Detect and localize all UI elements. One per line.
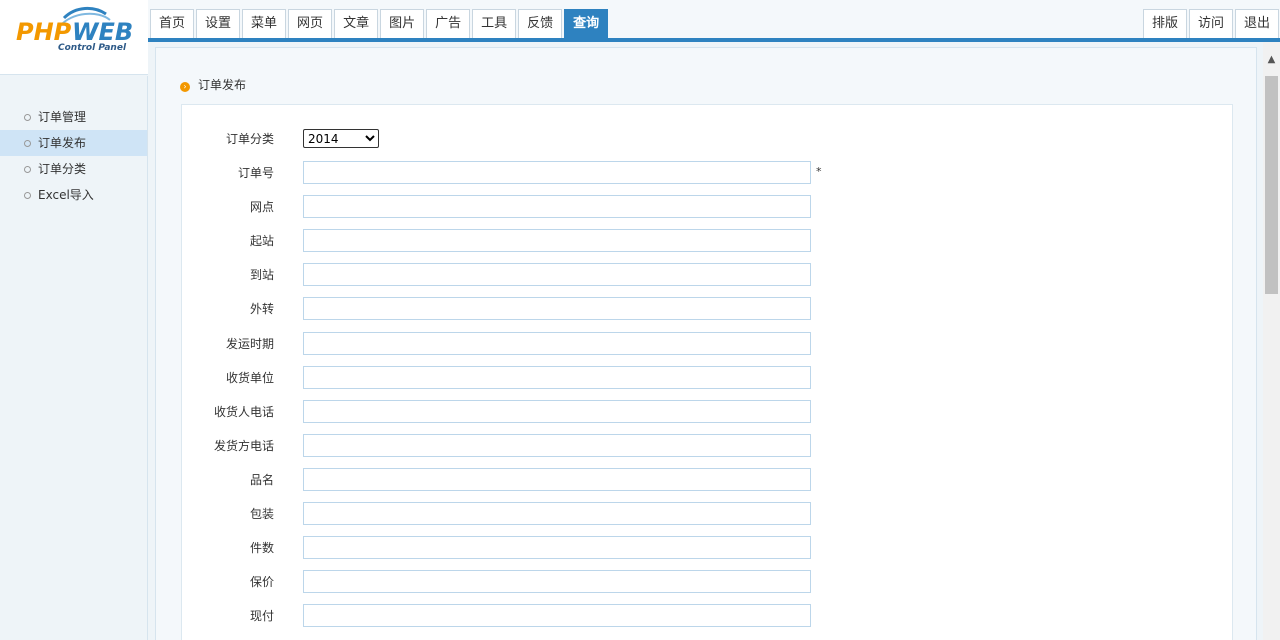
form-row: 品名 xyxy=(182,467,882,492)
order-form: 订单分类 2014 订单号 * 网点起站到站外转发运时期收货单位收货人电话发货方电话… xyxy=(181,104,1233,640)
form-row: 发运时期 xyxy=(182,331,882,356)
circle-bullet-icon xyxy=(24,166,31,173)
right-nav: 排版 访问 退出 xyxy=(1141,9,1279,38)
phpweb-logo: PHP WEB Control Panel xyxy=(16,7,133,53)
field-label: 到站 xyxy=(249,268,274,283)
form-row: 起站 xyxy=(182,229,882,253)
field-input[interactable] xyxy=(303,433,811,457)
field-input[interactable] xyxy=(303,195,811,219)
tab-9[interactable]: 查询 xyxy=(564,9,609,39)
sidebar-item-1[interactable]: 订单发布 xyxy=(0,130,147,156)
scrollbar[interactable]: ▲ xyxy=(1263,42,1280,640)
sidebar-item-label: 订单分类 xyxy=(38,162,87,176)
category-label: 订单分类 xyxy=(225,132,274,146)
tab-4[interactable]: 文章 xyxy=(334,9,379,38)
form-row: 外转 xyxy=(182,297,882,321)
scroll-up-icon[interactable]: ▲ xyxy=(1263,54,1280,71)
scroll-thumb[interactable] xyxy=(1265,76,1278,294)
tab-1[interactable]: 设置 xyxy=(196,9,241,38)
form-row: 收货单位 xyxy=(182,365,882,390)
field-input[interactable] xyxy=(303,229,811,253)
form-row: 包装 xyxy=(182,502,882,526)
tab-3[interactable]: 网页 xyxy=(288,9,333,38)
form-row-category: 订单分类 2014 xyxy=(182,127,882,151)
field-label: 品名 xyxy=(249,472,274,487)
form-row: 现付 xyxy=(182,604,882,628)
field-label: 网点 xyxy=(249,200,274,215)
circle-bullet-icon xyxy=(24,114,31,121)
field-input[interactable] xyxy=(303,263,811,287)
logo: PHP WEB Control Panel xyxy=(0,0,148,75)
field-input[interactable] xyxy=(303,365,811,389)
field-input[interactable] xyxy=(303,570,811,594)
form-row: 件数 xyxy=(182,536,882,560)
sidebar-item-0[interactable]: 订单管理 xyxy=(0,104,147,130)
form-row: 发货方电话 xyxy=(182,433,882,458)
sidebar-item-label: 订单发布 xyxy=(38,136,87,150)
chevron-right-icon: › xyxy=(180,82,190,92)
field-label: 外转 xyxy=(249,302,274,317)
circle-bullet-icon xyxy=(24,140,31,147)
svg-text:PHP: PHP xyxy=(16,18,72,46)
right-tab-2[interactable]: 退出 xyxy=(1234,9,1279,38)
right-tab-0[interactable]: 排版 xyxy=(1142,9,1187,38)
circle-bullet-icon xyxy=(24,192,31,199)
field-label: 发运时期 xyxy=(225,336,274,351)
form-row: 订单号 * xyxy=(182,161,882,185)
field-label: 包装 xyxy=(249,507,274,521)
field-label: 起站 xyxy=(249,234,274,249)
field-label: 收货人电话 xyxy=(213,404,274,419)
svg-text:Control Panel: Control Panel xyxy=(58,43,127,53)
field-label: 收货单位 xyxy=(225,370,274,385)
section-title: › 订单发布 xyxy=(180,76,246,93)
field-input[interactable] xyxy=(303,536,811,560)
field-input[interactable] xyxy=(303,297,811,321)
field-input[interactable] xyxy=(303,604,811,628)
form-row: 网点 xyxy=(182,195,882,219)
tab-8[interactable]: 反馈 xyxy=(518,9,563,38)
sidebar-item-label: 订单管理 xyxy=(38,110,87,124)
form-row: 收货人电话 xyxy=(182,399,882,424)
field-label: 发货方电话 xyxy=(213,438,274,453)
tab-2[interactable]: 菜单 xyxy=(242,9,287,38)
right-tab-1[interactable]: 访问 xyxy=(1188,9,1233,38)
tab-0[interactable]: 首页 xyxy=(150,9,195,38)
required-mark: * xyxy=(816,165,822,178)
sidebar-item-2[interactable]: 订单分类 xyxy=(0,156,147,182)
field-input[interactable] xyxy=(303,467,811,491)
main-nav: 首页 设置 菜单 网页 文章 图片 广告 工具 反馈 查询 xyxy=(150,9,610,39)
sidebar-item-3[interactable]: Excel导入 xyxy=(0,182,147,208)
sidebar-item-label: Excel导入 xyxy=(38,188,94,202)
field-input[interactable] xyxy=(303,161,811,184)
svg-text:WEB: WEB xyxy=(72,18,133,46)
field-label: 现付 xyxy=(249,609,274,624)
field-input[interactable] xyxy=(303,399,811,423)
field-label: 件数 xyxy=(249,541,274,556)
tab-7[interactable]: 工具 xyxy=(472,9,517,38)
field-label: 保价 xyxy=(249,575,274,590)
field-input[interactable] xyxy=(303,502,811,525)
form-row: 到站 xyxy=(182,263,882,287)
category-select[interactable]: 2014 xyxy=(303,129,379,148)
tab-5[interactable]: 图片 xyxy=(380,9,425,38)
main-panel: › 订单发布 订单分类 2014 订单号 * 网点起站到站外转发运时期收货单位收货人电… xyxy=(155,47,1257,640)
field-input[interactable] xyxy=(303,331,811,355)
tab-6[interactable]: 广告 xyxy=(426,9,471,38)
sidebar: 订单管理订单发布订单分类 Excel导入 xyxy=(0,76,148,640)
section-title-text: 订单发布 xyxy=(198,78,247,92)
form-row: 保价 xyxy=(182,570,882,594)
field-label: 订单号 xyxy=(237,166,274,180)
